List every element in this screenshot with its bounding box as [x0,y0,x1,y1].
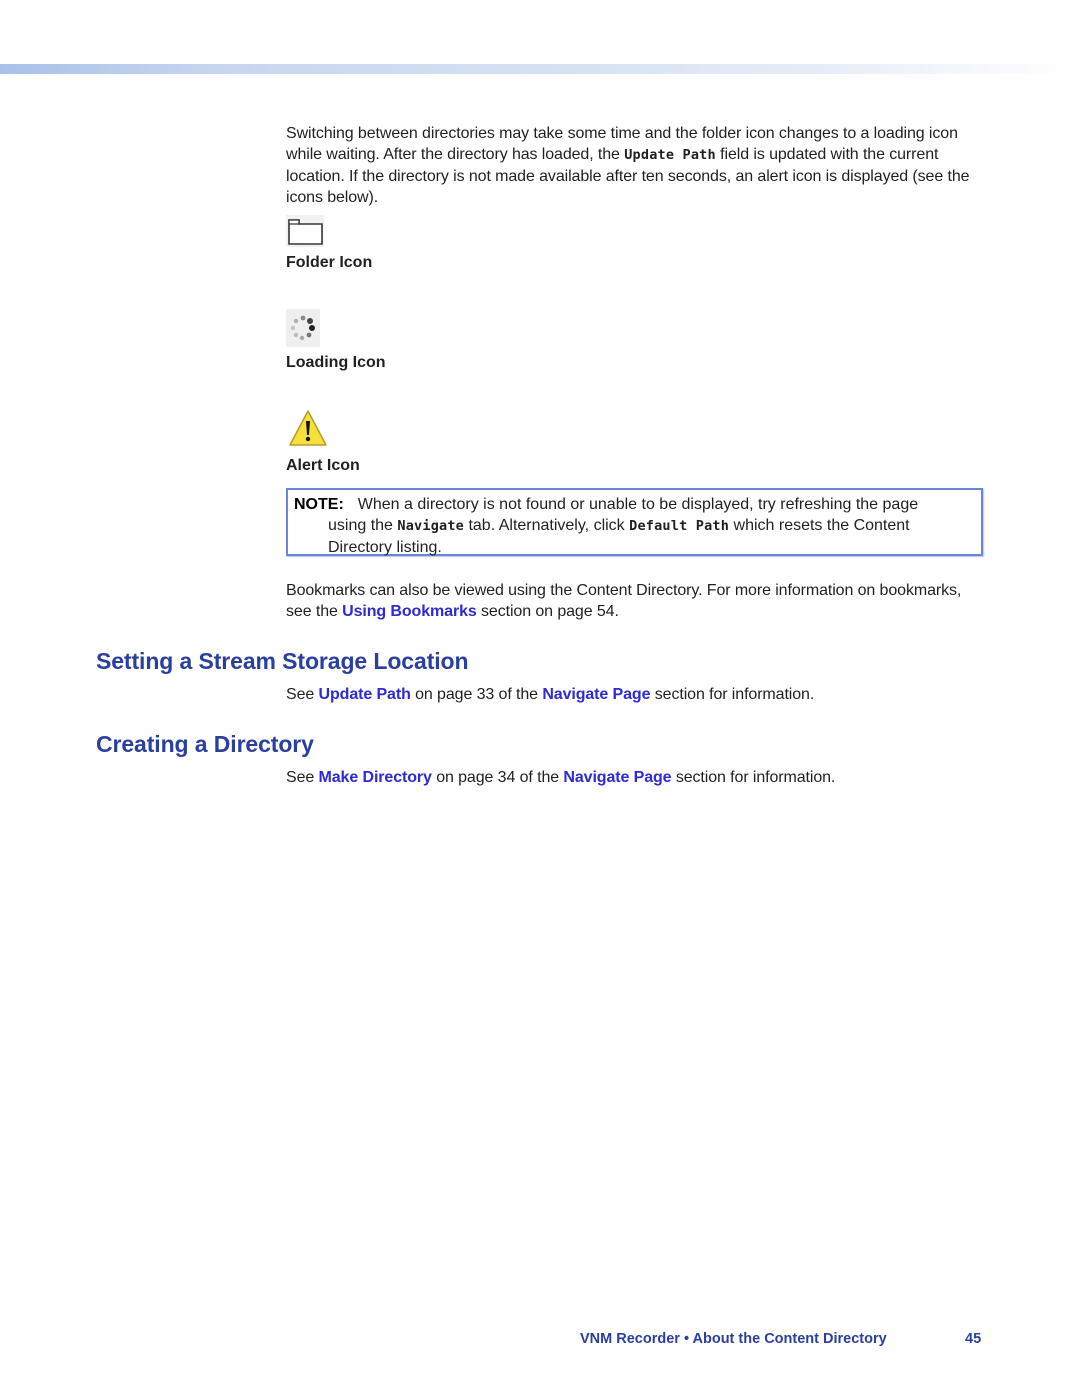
section-text-post: section for information. [671,769,836,786]
intro-paragraph: Switching between directories may take s… [286,123,986,208]
alert-icon-label: Alert Icon [286,457,360,474]
using-bookmarks-link[interactable]: Using Bookmarks [342,603,477,620]
folder-icon-label: Folder Icon [286,254,373,271]
update-path-field-ref: Update Path [624,147,716,163]
section-text-creating-directory: See Make Directory on page 34 of the Nav… [286,767,986,788]
note-label: NOTE: [294,496,344,513]
note-text-3: tab. Alternatively, click [464,517,630,534]
navigate-tab-ref: Navigate [397,518,465,534]
update-path-link[interactable]: Update Path [319,686,411,703]
bookmarks-text-2: section on page 54. [476,603,619,620]
note-box: NOTE: When a directory is not found or un… [286,488,983,556]
page-number: 45 [965,1331,982,1347]
note-text-1: When a directory is not found or unable … [357,496,919,513]
section-heading-stream-storage: Setting a Stream Storage Location [96,648,469,674]
note-text-2: using the [328,517,398,534]
make-directory-link[interactable]: Make Directory [319,769,432,786]
loading-spinner-icon [286,309,320,347]
warning-triangle-icon [288,408,328,448]
note-continuation: using the Navigate tab. Alternatively, c… [294,515,978,558]
navigate-page-link[interactable]: Navigate Page [542,686,650,703]
section-text-mid: on page 34 of the [431,769,564,786]
section-text-mid: on page 33 of the [410,686,543,703]
note-text: NOTE: When a directory is not found or un… [294,494,978,558]
header-gradient-band [0,64,1080,74]
section-heading-creating-directory: Creating a Directory [96,731,314,757]
section-text-pre: See [286,769,319,786]
default-path-ref: Default Path [629,518,730,534]
section-text-stream-storage: See Update Path on page 33 of the Naviga… [286,684,986,705]
footer-title: VNM Recorder • About the Content Directo… [580,1331,887,1347]
loading-icon-label: Loading Icon [286,354,386,371]
folder-icon [286,215,324,247]
navigate-page-link[interactable]: Navigate Page [563,769,671,786]
section-text-post: section for information. [650,686,815,703]
bookmarks-paragraph: Bookmarks can also be viewed using the C… [286,580,986,622]
section-text-pre: See [286,686,319,703]
